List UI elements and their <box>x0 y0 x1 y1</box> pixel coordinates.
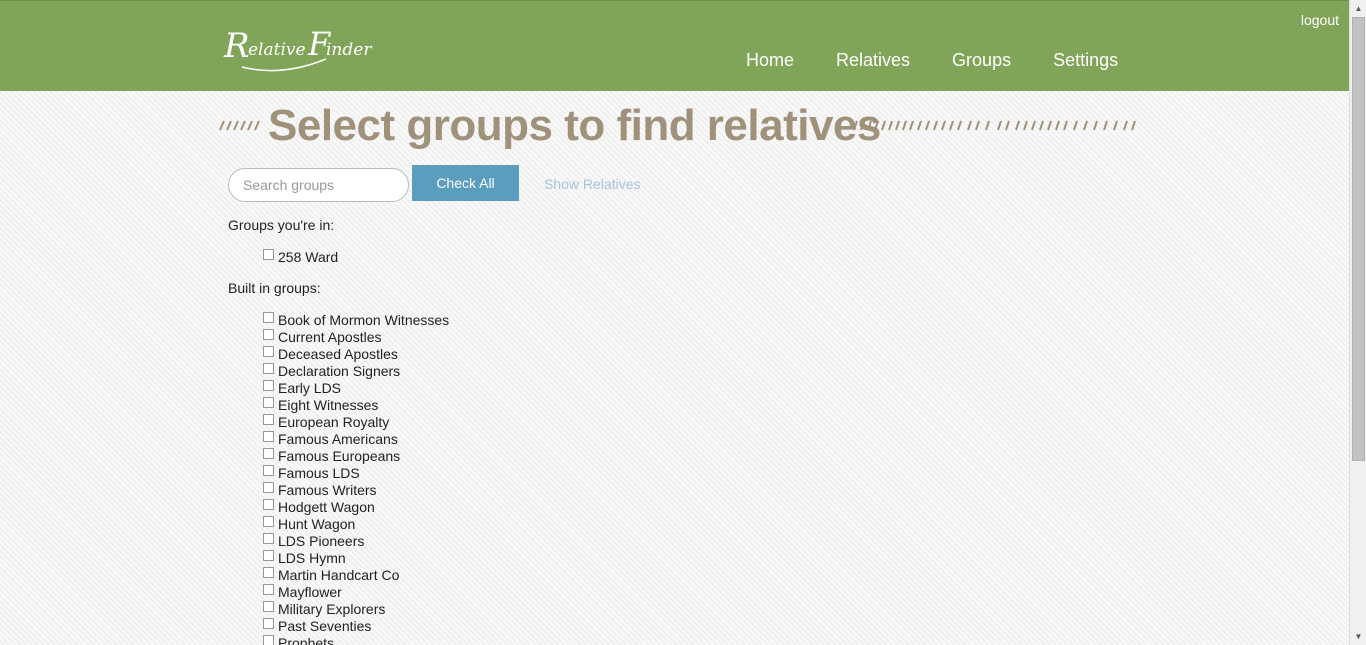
group-label: Famous LDS <box>278 464 360 481</box>
group-item[interactable]: Famous Americans <box>263 430 449 447</box>
group-label: Hodgett Wagon <box>278 498 375 515</box>
scroll-up-arrow-icon[interactable]: ▲ <box>1350 0 1366 17</box>
group-item[interactable]: Early LDS <box>263 379 449 396</box>
relative-finder-logo[interactable]: R elative F inder <box>222 19 382 79</box>
search-groups-input[interactable] <box>228 168 409 202</box>
svg-text:inder: inder <box>326 40 372 60</box>
group-checkbox[interactable] <box>263 550 274 561</box>
group-checkbox[interactable] <box>263 567 274 578</box>
group-checkbox[interactable] <box>263 380 274 391</box>
group-item[interactable]: Eight Witnesses <box>263 396 449 413</box>
group-label: Famous Europeans <box>278 447 401 464</box>
page-title: Select groups to find relatives <box>268 101 881 150</box>
group-item[interactable]: Mayflower <box>263 583 449 600</box>
built-in-groups-label: Built in groups: <box>228 280 321 296</box>
scroll-down-arrow-icon[interactable]: ▼ <box>1350 628 1366 645</box>
built-in-groups-list: Book of Mormon Witnesses Current Apostles… <box>263 311 449 645</box>
group-label: Book of Mormon Witnesses <box>278 311 450 328</box>
group-checkbox[interactable] <box>263 346 274 357</box>
group-label: Prophets <box>278 634 335 645</box>
svg-text:R: R <box>223 26 250 66</box>
group-checkbox[interactable] <box>263 601 274 612</box>
group-item[interactable]: Deceased Apostles <box>263 345 449 362</box>
group-label: Early LDS <box>278 379 342 396</box>
group-checkbox[interactable] <box>263 465 274 476</box>
group-label: Eight Witnesses <box>278 396 379 413</box>
group-label: Famous Americans <box>278 430 398 447</box>
group-label: Declaration Signers <box>278 362 401 379</box>
group-label: Military Explorers <box>278 600 386 617</box>
group-item[interactable]: Current Apostles <box>263 328 449 345</box>
title-decoration-left <box>219 120 260 131</box>
title-row: Select groups to find relatives <box>216 101 1136 151</box>
group-checkbox[interactable] <box>263 584 274 595</box>
my-groups-list: 258 Ward <box>263 248 338 265</box>
check-all-button[interactable]: Check All <box>412 165 519 201</box>
nav-settings[interactable]: Settings <box>1053 50 1118 71</box>
group-item[interactable]: Hodgett Wagon <box>263 498 449 515</box>
group-item[interactable]: Military Explorers <box>263 600 449 617</box>
group-item[interactable]: Book of Mormon Witnesses <box>263 311 449 328</box>
nav-groups[interactable]: Groups <box>952 50 1011 71</box>
group-checkbox[interactable] <box>263 329 274 340</box>
group-checkbox[interactable] <box>263 363 274 374</box>
group-label: 258 Ward <box>278 248 339 265</box>
group-item[interactable]: Famous Europeans <box>263 447 449 464</box>
group-checkbox[interactable] <box>263 499 274 510</box>
group-item[interactable]: European Royalty <box>263 413 449 430</box>
my-groups-label: Groups you're in: <box>228 217 335 233</box>
group-item[interactable]: Martin Handcart Co <box>263 566 449 583</box>
header: R elative F inder logout Home Relatives … <box>0 0 1349 91</box>
group-checkbox[interactable] <box>263 431 274 442</box>
group-label: Current Apostles <box>278 328 382 345</box>
svg-text:elative: elative <box>248 40 306 60</box>
nav-home[interactable]: Home <box>746 50 794 71</box>
group-item[interactable]: Famous Writers <box>263 481 449 498</box>
nav-relatives[interactable]: Relatives <box>836 50 910 71</box>
show-relatives-link[interactable]: Show Relatives <box>544 176 641 192</box>
group-checkbox[interactable] <box>263 397 274 408</box>
group-checkbox[interactable] <box>263 533 274 544</box>
main-nav: Home Relatives Groups Settings <box>746 50 1160 71</box>
group-label: Hunt Wagon <box>278 515 356 532</box>
group-item[interactable]: Declaration Signers <box>263 362 449 379</box>
vertical-scrollbar[interactable]: ▲ ▼ <box>1349 0 1366 645</box>
group-label: Mayflower <box>278 583 342 600</box>
group-label: LDS Hymn <box>278 549 346 566</box>
group-label: LDS Pioneers <box>278 532 365 549</box>
group-checkbox[interactable] <box>263 448 274 459</box>
group-label: European Royalty <box>278 413 390 430</box>
group-checkbox[interactable] <box>263 482 274 493</box>
group-checkbox[interactable] <box>263 414 274 425</box>
scrollbar-thumb[interactable] <box>1352 17 1365 461</box>
group-item[interactable]: Hunt Wagon <box>263 515 449 532</box>
group-item[interactable]: LDS Hymn <box>263 549 449 566</box>
group-checkbox[interactable] <box>263 312 274 323</box>
group-label: Martin Handcart Co <box>278 566 400 583</box>
group-item[interactable]: LDS Pioneers <box>263 532 449 549</box>
group-label: Deceased Apostles <box>278 345 398 362</box>
main-content: Select groups to find relatives Search g… <box>0 91 1349 645</box>
group-checkbox[interactable] <box>263 635 274 645</box>
group-item[interactable]: Past Seventies <box>263 617 449 634</box>
title-decoration-right <box>853 120 1136 131</box>
group-label: Famous Writers <box>278 481 377 498</box>
logout-link[interactable]: logout <box>1301 12 1339 28</box>
group-checkbox[interactable] <box>263 249 274 260</box>
group-label: Past Seventies <box>278 617 372 634</box>
group-checkbox[interactable] <box>263 618 274 629</box>
group-checkbox[interactable] <box>263 516 274 527</box>
group-item[interactable]: 258 Ward <box>263 248 338 265</box>
group-item[interactable]: Prophets <box>263 634 449 645</box>
group-item[interactable]: Famous LDS <box>263 464 449 481</box>
